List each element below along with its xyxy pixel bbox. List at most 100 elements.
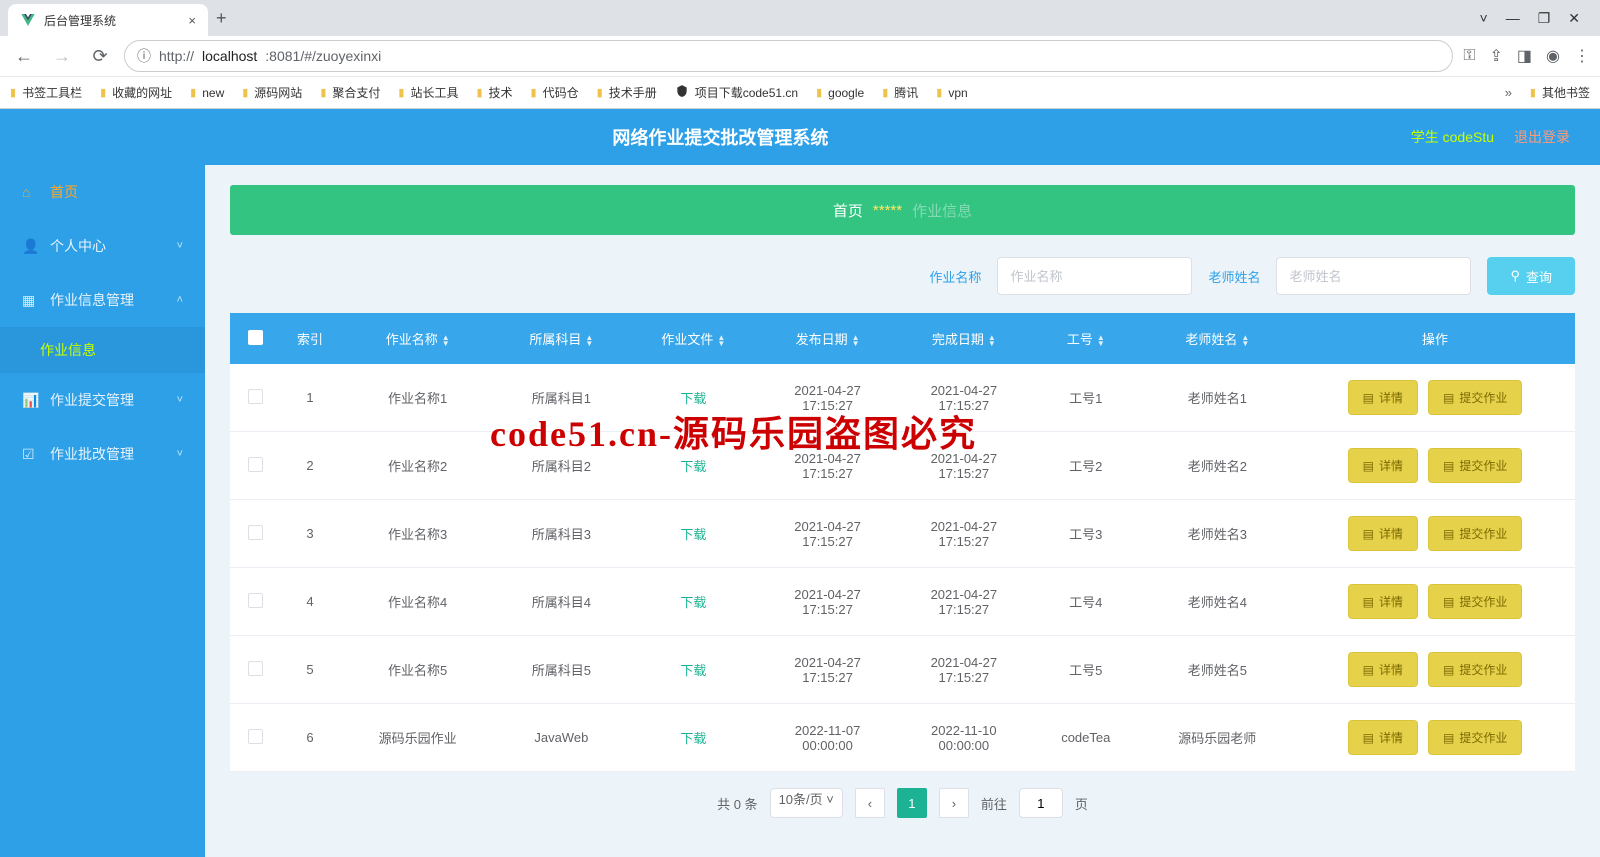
bookmark-item[interactable]: 项目下载code51.cn (675, 84, 798, 101)
table-row: 1作业名称1所属科目1下载2021-04-2717:15:272021-04-2… (230, 364, 1575, 432)
detail-button[interactable]: ▤详情 (1348, 380, 1418, 415)
page-next-button[interactable]: › (939, 788, 969, 818)
detail-button[interactable]: ▤详情 (1348, 448, 1418, 483)
page-size-select[interactable]: 10条/页 ˅ (770, 788, 843, 818)
row-checkbox[interactable] (248, 593, 263, 608)
profile-icon[interactable]: ◉ (1546, 46, 1560, 66)
sort-icon[interactable]: ▲▼ (1241, 335, 1249, 347)
sidebar-item-作业信息[interactable]: 作业信息 (0, 327, 205, 373)
detail-button[interactable]: ▤详情 (1348, 516, 1418, 551)
home-icon: ⌂ (22, 184, 38, 200)
th-1[interactable]: 索引 (280, 313, 340, 364)
sort-icon[interactable]: ▲▼ (585, 335, 593, 347)
maximize-icon[interactable]: ❐ (1538, 10, 1551, 27)
sidebar-item-作业提交管理[interactable]: 📊作业提交管理˅ (0, 373, 205, 427)
sort-icon[interactable]: ▲▼ (852, 335, 860, 347)
sort-icon[interactable]: ▲▼ (1097, 335, 1105, 347)
sort-icon[interactable]: ▲▼ (988, 335, 996, 347)
th-5[interactable]: 发布日期▲▼ (759, 313, 895, 364)
forward-icon[interactable]: → (48, 46, 76, 67)
browser-tab[interactable]: 后台管理系统 × (8, 4, 208, 36)
download-link[interactable]: 下载 (680, 731, 706, 746)
bookmark-item[interactable]: ▮腾讯 (882, 84, 918, 101)
bookmark-item[interactable]: ▮收藏的网址 (100, 84, 172, 101)
submit-button[interactable]: ▤提交作业 (1428, 584, 1522, 619)
sort-icon[interactable]: ▲▼ (717, 335, 725, 347)
data-table: 索引作业名称▲▼所属科目▲▼作业文件▲▼发布日期▲▼完成日期▲▼工号▲▼老师姓名… (230, 313, 1575, 772)
download-link[interactable]: 下载 (680, 527, 706, 542)
detail-button[interactable]: ▤详情 (1348, 584, 1418, 619)
submit-button[interactable]: ▤提交作业 (1428, 448, 1522, 483)
breadcrumb-home[interactable]: 首页 (833, 200, 863, 221)
url-input[interactable]: ⓘ http://localhost:8081/#/zuoyexinxi (124, 40, 1453, 72)
th-9[interactable]: 操作 (1295, 313, 1575, 364)
window-dropdown-icon[interactable]: ˅ (1480, 10, 1488, 26)
bookmark-label: 项目下载code51.cn (695, 84, 798, 101)
search-label-name: 作业名称 (929, 267, 981, 286)
key-icon[interactable]: ⚿ (1463, 47, 1475, 65)
bookmark-item[interactable]: ▮技术 (476, 84, 512, 101)
download-link[interactable]: 下载 (680, 391, 706, 406)
logout-button[interactable]: 退出登录 (1514, 127, 1570, 147)
checkbox-all[interactable] (248, 330, 263, 345)
row-checkbox[interactable] (248, 389, 263, 404)
bookmark-item[interactable]: ▮代码仓 (531, 84, 579, 101)
cell-pub: 2021-04-2717:15:27 (759, 636, 895, 704)
sidebar-item-作业信息管理[interactable]: ▦作业信息管理˄ (0, 273, 205, 327)
bookmark-item[interactable]: ▮vpn (936, 86, 967, 100)
goto-input[interactable] (1019, 788, 1063, 818)
submit-button[interactable]: ▤提交作业 (1428, 652, 1522, 687)
submit-button[interactable]: ▤提交作业 (1428, 516, 1522, 551)
th-6[interactable]: 完成日期▲▼ (896, 313, 1032, 364)
bookmark-item[interactable]: ▮站长工具 (398, 84, 458, 101)
bookmark-item[interactable]: ▮书签工具栏 (10, 84, 82, 101)
search-button[interactable]: ⚲ 查询 (1487, 257, 1575, 295)
sort-icon[interactable]: ▲▼ (442, 335, 450, 347)
page-prev-button[interactable]: ‹ (855, 788, 885, 818)
search-input-teacher[interactable] (1276, 257, 1471, 295)
bookmark-overflow-icon[interactable]: » (1505, 85, 1512, 100)
th-8[interactable]: 老师姓名▲▼ (1140, 313, 1295, 364)
bookmark-item[interactable]: ▮聚合支付 (320, 84, 380, 101)
sidebar-item-首页[interactable]: ⌂首页 (0, 165, 205, 219)
share-icon[interactable]: ⇪ (1490, 46, 1503, 66)
detail-button[interactable]: ▤详情 (1348, 720, 1418, 755)
back-icon[interactable]: ← (10, 46, 38, 67)
page-total: 共 0 条 (717, 794, 757, 813)
row-checkbox[interactable] (248, 525, 263, 540)
cell-name: 作业名称4 (340, 568, 495, 636)
download-link[interactable]: 下载 (680, 663, 706, 678)
th-4[interactable]: 作业文件▲▼ (627, 313, 759, 364)
extensions-icon[interactable]: ◨ (1517, 46, 1532, 66)
search-label-teacher: 老师姓名 (1208, 267, 1260, 286)
minimize-icon[interactable]: — (1506, 10, 1520, 26)
bookmark-item[interactable]: ▮new (190, 86, 224, 100)
close-window-icon[interactable]: ✕ (1568, 10, 1580, 27)
menu-icon[interactable]: ⋮ (1574, 46, 1590, 66)
bookmark-item[interactable]: ▮google (816, 86, 864, 100)
cell-due: 2022-11-1000:00:00 (896, 704, 1032, 772)
row-checkbox[interactable] (248, 729, 263, 744)
page-number[interactable]: 1 (897, 788, 927, 818)
row-checkbox[interactable] (248, 661, 263, 676)
detail-button[interactable]: ▤详情 (1348, 652, 1418, 687)
th-0[interactable] (230, 313, 280, 364)
submit-button[interactable]: ▤提交作业 (1428, 720, 1522, 755)
download-link[interactable]: 下载 (680, 459, 706, 474)
download-link[interactable]: 下载 (680, 595, 706, 610)
sidebar-item-作业批改管理[interactable]: ☑作业批改管理˅ (0, 427, 205, 481)
other-bookmarks[interactable]: ▮其他书签 (1530, 84, 1590, 101)
sidebar-item-个人中心[interactable]: 👤个人中心˅ (0, 219, 205, 273)
th-3[interactable]: 所属科目▲▼ (495, 313, 627, 364)
close-icon[interactable]: × (188, 13, 196, 28)
bookmark-item[interactable]: ▮技术手册 (597, 84, 657, 101)
submit-button[interactable]: ▤提交作业 (1428, 380, 1522, 415)
row-checkbox[interactable] (248, 457, 263, 472)
search-input-name[interactable] (997, 257, 1192, 295)
th-7[interactable]: 工号▲▼ (1032, 313, 1140, 364)
reload-icon[interactable]: ⟳ (86, 46, 114, 67)
new-tab-button[interactable]: + (216, 8, 227, 29)
bookmark-item[interactable]: ▮源码网站 (242, 84, 302, 101)
th-2[interactable]: 作业名称▲▼ (340, 313, 495, 364)
folder-icon: ▮ (1530, 86, 1536, 99)
